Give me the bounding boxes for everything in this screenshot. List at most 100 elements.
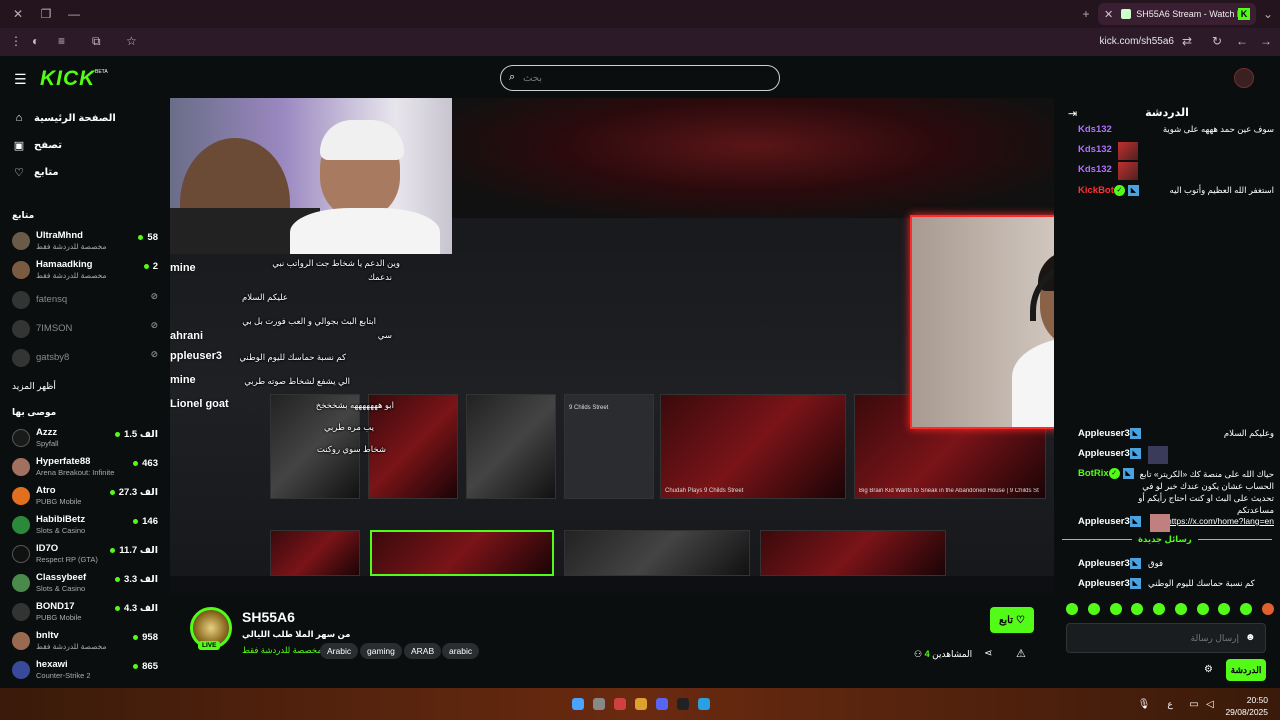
avatar (12, 545, 30, 563)
stream-category[interactable]: مخصصة للدردشة فقط (242, 645, 322, 656)
url-text[interactable]: kick.com/sh55a6 (1100, 36, 1174, 47)
emote-icon[interactable] (1174, 603, 1187, 615)
emote-icon[interactable] (1240, 603, 1253, 615)
start-icon[interactable] (572, 698, 584, 710)
language-indicator[interactable]: ع (1164, 698, 1176, 710)
search-box[interactable]: ⌕ (500, 65, 780, 91)
restore-window-icon[interactable]: ❐ (38, 6, 54, 22)
emote-icon[interactable] (1218, 603, 1231, 615)
tag-arab[interactable]: ARAB (404, 643, 442, 659)
overlay-username: ppleuser3 (170, 350, 222, 362)
extension-icon[interactable]: ◐ (32, 34, 39, 48)
network-icon[interactable]: ▭ (1188, 698, 1200, 710)
chat-username[interactable]: Appleuser3 (1078, 448, 1130, 459)
nav-home[interactable]: ⌂ الصفحة الرئيسية (12, 112, 116, 124)
edge-icon[interactable] (698, 698, 710, 710)
tab-title: SH55A6 Stream - Watch Liv (1136, 9, 1249, 19)
discord-icon[interactable] (656, 698, 668, 710)
chat-username[interactable]: Kds132 (1078, 164, 1112, 175)
chat-username[interactable]: Kds132 (1078, 144, 1112, 155)
chat-username[interactable]: Appleuser3 (1078, 558, 1130, 569)
gear-icon[interactable]: ⚙ (1204, 664, 1213, 675)
recommended-channel[interactable]: ID7O Respect RP (GTA) 11.7 الف (10, 541, 162, 567)
chat-username[interactable]: KickBot (1078, 185, 1114, 196)
report-icon[interactable]: ⚠ (1016, 647, 1026, 660)
overlay-username: Lionel goat (170, 398, 229, 410)
emote-icon[interactable] (1109, 603, 1122, 615)
chevron-down-icon[interactable]: ⌄ (1260, 6, 1276, 22)
emoji-icon[interactable]: ☻ (1245, 632, 1256, 643)
user-avatar[interactable] (1234, 68, 1254, 88)
recommended-channel[interactable]: hexawi Counter-Strike 2 865 (10, 657, 162, 683)
tag-arabic[interactable]: Arabic (320, 643, 359, 659)
following-channel-fatensq[interactable]: fatensq ⊘ (10, 287, 162, 313)
emote-icon[interactable] (1087, 603, 1100, 615)
video-thumbnail (370, 530, 554, 576)
minimize-window-icon[interactable]: — (66, 6, 82, 22)
menu-dots-icon[interactable]: ⋮ (10, 34, 22, 48)
microphone-icon[interactable]: 🎙 (1138, 698, 1151, 710)
recommended-channel[interactable]: Hyperfate88 Arena Breakout: Infinite 463 (10, 454, 162, 480)
chat-text: استغفر الله العظيم وأتوب اليه (1169, 185, 1274, 195)
chat-input[interactable] (1066, 623, 1266, 653)
volume-icon[interactable]: ◁ (1204, 698, 1216, 710)
back-icon[interactable]: ← (1236, 34, 1248, 48)
clock[interactable]: 20:50 29/08/2025 (1225, 694, 1268, 718)
chat-username-row: ◣Appleuser3 (1078, 578, 1144, 589)
reload-icon[interactable]: ↻ (1212, 34, 1222, 48)
emote (1118, 162, 1138, 180)
browser-tab[interactable]: ✕ SH55A6 Stream - Watch Liv K (1098, 3, 1256, 25)
following-channel-gatsby8[interactable]: gatsby8 ⊘ (10, 345, 162, 371)
chat-username[interactable]: Kds132 (1078, 124, 1112, 135)
emote-icon[interactable] (1066, 603, 1078, 615)
show-more-link[interactable]: أظهر المزيد (12, 381, 56, 392)
recommended-channel[interactable]: bnltv مخصصة للدردشة فقط 958 (10, 628, 162, 654)
app-icon[interactable] (614, 698, 626, 710)
recommended-channel[interactable]: Classybeef Slots & Casino 3.3 الف (10, 570, 162, 596)
nav-browse[interactable]: ▣ تصفح (12, 139, 62, 152)
tag-gaming[interactable]: gaming (360, 643, 402, 659)
avatar (12, 429, 30, 447)
chat-username[interactable]: Appleuser3 (1078, 516, 1130, 527)
send-chat-button[interactable]: الدردشة (1226, 659, 1266, 681)
channel-name[interactable]: SH55A6 (242, 609, 295, 625)
nav-following[interactable]: ♡ متابع (12, 166, 59, 179)
search-icon[interactable] (593, 698, 605, 710)
new-tab-icon[interactable]: + (1078, 6, 1094, 22)
recommended-channel[interactable]: Atro PUBG Mobile 27.3 الف (10, 483, 162, 509)
emote-icon[interactable] (1261, 603, 1274, 615)
puzzle-icon[interactable]: ⧉ (92, 34, 101, 49)
overlay-message: ابو هههههههه بشخخخخ (315, 400, 394, 410)
following-channel-7imson[interactable]: 7IMSON ⊘ (10, 316, 162, 342)
following-channel-hamaadking[interactable]: Hamaadking مخصصة للدردشة فقط 2 (10, 257, 162, 283)
chat-username[interactable]: Appleuser3 (1078, 578, 1130, 589)
chat-username[interactable]: Appleuser3 (1078, 428, 1130, 439)
chat-text: سوف عين حمد هههه على شوية (1162, 124, 1274, 134)
hamburger-menu-icon[interactable]: ☰ (14, 71, 27, 88)
close-window-icon[interactable]: ✕ (10, 6, 26, 22)
follow-button[interactable]: تابع ♡ (990, 607, 1034, 633)
channel-category: مخصصة للدردشة فقط (36, 642, 107, 651)
tag-arabic-lower[interactable]: arabic (442, 643, 480, 659)
recommended-channel[interactable]: BOND17 PUBG Mobile 4.3 الف (10, 599, 162, 625)
new-messages-label[interactable]: رسائل جديدة (1132, 534, 1198, 545)
emote-icon[interactable] (1153, 603, 1166, 615)
share-icon[interactable]: ⋖ (984, 648, 992, 659)
tab-search-icon[interactable]: ≡ (58, 34, 65, 48)
emote-icon[interactable] (1131, 603, 1144, 615)
emote-icon[interactable] (1196, 603, 1209, 615)
search-input[interactable] (523, 70, 763, 86)
channel-name: hexawi (36, 659, 68, 670)
channel-category: PUBG Mobile (36, 613, 82, 622)
following-channel-ultramhnd[interactable]: UltraMhnd مخصصة للدردشة فقط 58 (10, 228, 162, 254)
recommended-channel[interactable]: Azzz Spyfall 1.5 الف (10, 425, 162, 451)
folder-icon[interactable] (635, 698, 647, 710)
forward-icon[interactable]: → (1260, 34, 1272, 48)
chat-username[interactable]: BotRix (1078, 468, 1109, 479)
site-settings-icon[interactable]: ⇄ (1182, 34, 1192, 48)
recommended-channel[interactable]: HabibiBetz Slots & Casino 146 (10, 512, 162, 538)
github-icon[interactable] (677, 698, 689, 710)
close-tab-icon[interactable]: ✕ (1104, 8, 1113, 21)
bookmark-star-icon[interactable]: ☆ (126, 34, 137, 48)
kick-logo[interactable]: KICK (40, 67, 95, 91)
